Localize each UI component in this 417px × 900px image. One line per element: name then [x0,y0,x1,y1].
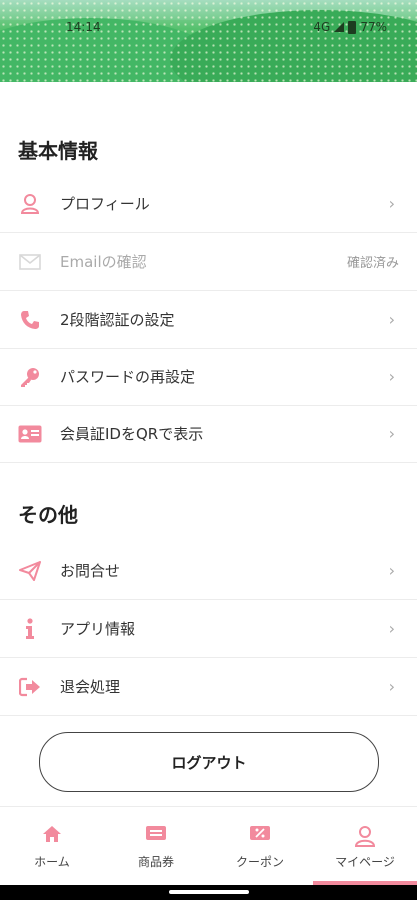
tab-home[interactable]: ホーム [0,807,104,885]
chevron-right-icon: › [388,310,395,329]
status-bar: 14:14 4G 77% [0,18,417,38]
home-icon [42,825,62,847]
user-icon [354,825,376,851]
id-card-icon [18,422,42,446]
battery-level: 77% [360,20,387,34]
tab-label: ホーム [34,855,70,869]
coupon-icon [249,825,271,845]
tab-label: 商品券 [137,855,174,869]
network-label: 4G [313,20,331,34]
chevron-right-icon: › [388,619,395,638]
system-nav-bar [0,885,417,900]
menu-item-app-info[interactable]: アプリ情報 › [0,600,417,658]
menu-item-email-confirm: Emailの確認 確認済み [0,233,417,291]
menu-item-member-qr[interactable]: 会員証IDをQRで表示 › [0,405,417,463]
home-gesture-handle[interactable] [169,890,249,894]
menu-item-label: パスワードの再設定 [60,368,196,386]
phone-icon [18,308,42,332]
tab-my-page[interactable]: マイページ [313,807,417,885]
header-banner: 14:14 4G 77% [0,0,417,82]
menu-item-two-factor[interactable]: 2段階認証の設定 › [0,291,417,349]
mail-icon [18,250,42,274]
tab-coupon[interactable]: クーポン [208,807,312,885]
paper-plane-icon [18,559,42,583]
menu-item-label: 会員証IDをQRで表示 [60,425,204,443]
menu-item-label: Emailの確認 [60,253,147,271]
chevron-right-icon: › [388,561,395,580]
menu-item-label: 退会処理 [60,678,121,696]
tab-gift-voucher[interactable]: 商品券 [104,807,208,885]
status-time: 14:14 [66,20,101,34]
sign-out-icon [18,675,42,699]
menu-item-contact[interactable]: お問合せ › [0,542,417,600]
ticket-icon [145,825,167,845]
battery-icon [348,20,357,34]
menu-item-password-reset[interactable]: パスワードの再設定 › [0,348,417,406]
chevron-right-icon: › [388,194,395,213]
info-icon [18,617,42,641]
tab-label: マイページ [335,855,395,869]
signal-icon [334,22,345,32]
menu-item-withdraw[interactable]: 退会処理 › [0,658,417,716]
person-icon [18,192,42,216]
menu-item-label: 2段階認証の設定 [60,311,175,329]
chevron-right-icon: › [388,367,395,386]
menu-item-profile[interactable]: プロフィール › [0,175,417,233]
chevron-right-icon: › [388,677,395,696]
logout-button[interactable]: ログアウト [39,732,379,792]
section-title-other: その他 [18,503,78,527]
chevron-right-icon: › [388,424,395,443]
tab-label: クーポン [235,855,284,869]
key-icon [18,365,42,389]
bottom-tab-bar: ホーム 商品券 クーポン マイページ [0,807,417,885]
status-badge: 確認済み [346,256,399,271]
menu-item-label: お問合せ [60,562,121,580]
menu-item-label: アプリ情報 [60,620,136,638]
section-title-basic-info: 基本情報 [18,139,98,163]
menu-item-label: プロフィール [60,195,150,213]
